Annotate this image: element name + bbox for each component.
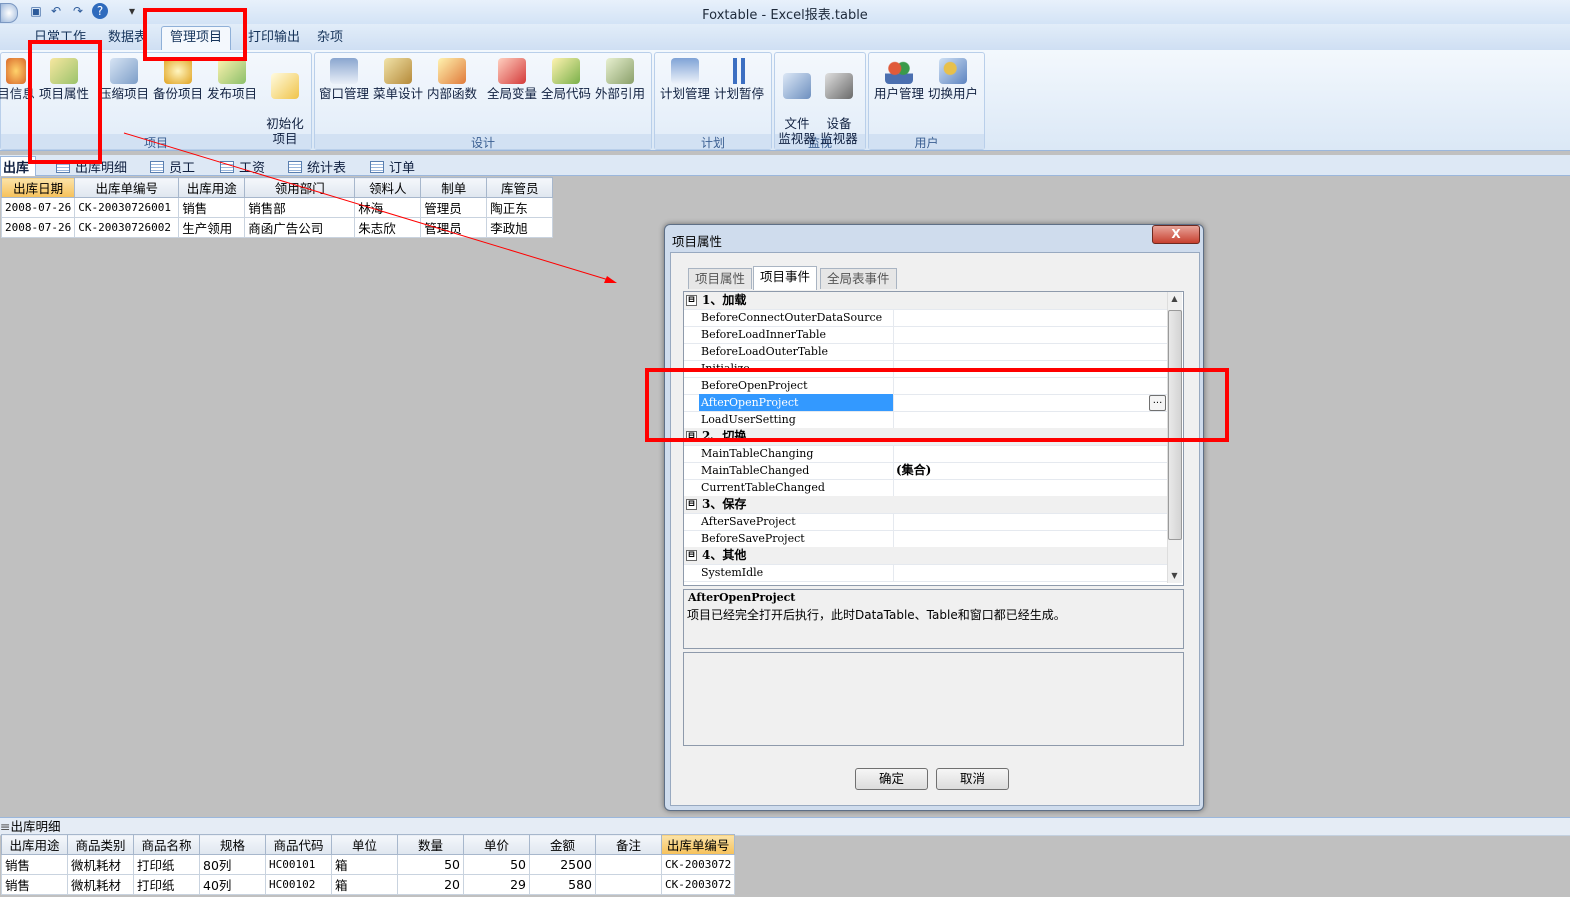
column-header[interactable]: 商品类别 [67, 834, 134, 855]
arrow-head [604, 276, 617, 283]
event-row[interactable]: BeforeSaveProject [684, 530, 1169, 548]
close-button[interactable]: X [1152, 225, 1200, 244]
highlight-box-button [28, 40, 102, 164]
table-cell[interactable]: 销售 [1, 854, 68, 875]
table-cell[interactable]: HC00101 [265, 854, 332, 875]
event-row[interactable]: SystemIdle [684, 564, 1169, 582]
scroll-up-icon[interactable]: ▲ [1169, 294, 1180, 306]
outbound-detail-table: 出库用途 商品类别 商品名称 规格 商品代码 单位 数量 单价 金额 备注 出库… [1, 834, 736, 895]
tab-global-table-events[interactable]: 全局表事件 [820, 268, 897, 289]
description-title: AfterOpenProject [688, 591, 796, 604]
event-row[interactable]: CurrentTableChanged [684, 479, 1169, 497]
table-cell[interactable]: 580 [529, 874, 596, 895]
column-header[interactable]: 商品代码 [265, 834, 332, 855]
table-cell[interactable]: 箱 [331, 854, 398, 875]
table-cell[interactable]: 29 [463, 874, 530, 895]
event-row[interactable]: MainTableChanged (集合) [684, 462, 1169, 480]
event-row[interactable]: BeforeConnectOuterDataSource [684, 309, 1169, 327]
column-header[interactable]: 数量 [397, 834, 464, 855]
event-category-row[interactable]: ⊟ 3、保存 [684, 496, 1169, 514]
event-row[interactable]: AfterSaveProject [684, 513, 1169, 531]
ok-button[interactable]: 确定 [855, 768, 928, 790]
event-name: MainTableChanging [699, 445, 894, 462]
arrow-line [123, 132, 613, 282]
highlight-box-tab [143, 8, 247, 61]
column-header[interactable]: 出库单编号 [660, 834, 736, 855]
event-name: BeforeSaveProject [699, 530, 894, 547]
table-row[interactable]: 销售 微机耗材 打印纸 80列 HC00101 箱 50 50 2500 CK-… [1, 854, 736, 875]
table-cell[interactable] [595, 854, 662, 875]
event-name: 1、加载 [702, 293, 747, 307]
collapse-icon[interactable]: ⊟ [686, 550, 697, 561]
panel-title-text: 出库明细 [10, 819, 61, 834]
column-header[interactable]: 商品名称 [133, 834, 200, 855]
table-cell[interactable]: 20 [397, 874, 464, 895]
highlight-box-event [645, 368, 1229, 442]
table-cell[interactable]: 箱 [331, 874, 398, 895]
tab-project-events[interactable]: 项目事件 [753, 266, 818, 290]
event-name: 3、保存 [702, 497, 747, 511]
tab-project-properties[interactable]: 项目属性 [688, 268, 753, 289]
dialog-title: 项目属性 [672, 234, 723, 249]
table-cell[interactable]: 50 [397, 854, 464, 875]
cancel-button[interactable]: 取消 [936, 768, 1009, 790]
event-name: BeforeLoadInnerTable [699, 326, 894, 343]
collapse-icon[interactable]: ⊟ [686, 499, 697, 510]
event-category-row[interactable]: ⊟ 4、其他 [684, 547, 1169, 565]
column-header[interactable]: 规格 [199, 834, 266, 855]
table-cell[interactable]: CK-2003072 [660, 874, 736, 895]
code-editor-box[interactable] [683, 652, 1184, 746]
event-name: MainTableChanged [699, 462, 894, 479]
table-cell[interactable]: 销售 [1, 874, 68, 895]
event-name: BeforeLoadOuterTable [699, 343, 894, 360]
event-name: CurrentTableChanged [699, 479, 894, 496]
event-row[interactable]: MainTableChanging [684, 445, 1169, 463]
table-cell[interactable]: 50 [463, 854, 530, 875]
column-header[interactable]: 备注 [595, 834, 662, 855]
table-cell[interactable]: 2500 [529, 854, 596, 875]
collapse-icon[interactable]: ⊟ [686, 295, 697, 306]
table-cell[interactable]: CK-2003072 [660, 854, 736, 875]
table-cell[interactable]: 40列 [199, 874, 266, 895]
event-name: SystemIdle [699, 564, 894, 581]
column-header[interactable]: 金额 [529, 834, 596, 855]
pin-icon: ≡ [0, 819, 11, 834]
event-name: 4、其他 [702, 548, 747, 562]
table-cell[interactable]: 打印纸 [133, 874, 200, 895]
table-cell[interactable] [595, 874, 662, 895]
table-cell[interactable]: 80列 [199, 854, 266, 875]
table-cell[interactable]: 微机耗材 [67, 854, 134, 875]
table-cell[interactable]: HC00102 [265, 874, 332, 895]
event-row[interactable]: BeforeLoadOuterTable [684, 343, 1169, 361]
column-header[interactable]: 单价 [463, 834, 530, 855]
column-header[interactable]: 单位 [331, 834, 398, 855]
event-value[interactable]: (集合) [896, 462, 931, 479]
event-row[interactable]: BeforeLoadInnerTable [684, 326, 1169, 344]
event-name: BeforeConnectOuterDataSource [699, 309, 894, 326]
table-cell[interactable]: 微机耗材 [67, 874, 134, 895]
event-category-row[interactable]: ⊟ 1、加载 [684, 292, 1169, 310]
table-row[interactable]: 销售 微机耗材 打印纸 40列 HC00102 箱 20 29 580 CK-2… [1, 874, 736, 895]
scroll-down-icon[interactable]: ▼ [1169, 571, 1180, 583]
description-text: 项目已经完全打开后执行，此时DataTable、Table和窗口都已经生成。 [687, 608, 1066, 622]
event-name: AfterSaveProject [699, 513, 894, 530]
table-cell[interactable]: 打印纸 [133, 854, 200, 875]
column-header[interactable]: 出库用途 [1, 834, 68, 855]
